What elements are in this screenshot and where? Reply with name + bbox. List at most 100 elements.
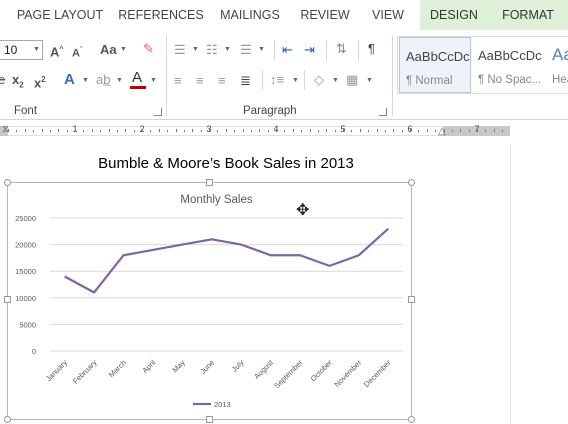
- resize-handle[interactable]: [4, 416, 11, 423]
- ruler-tick: [267, 130, 269, 132]
- ruler-tick: [150, 130, 152, 132]
- style-heading[interactable]: Aa Hea: [546, 37, 568, 93]
- x-tick-label: April: [140, 358, 157, 375]
- line-spacing-icon[interactable]: ↕≡: [270, 72, 284, 88]
- tab-view[interactable]: VIEW: [366, 0, 410, 30]
- style-no-spacing[interactable]: AaBbCcDc ¶ No Spac...: [472, 37, 544, 93]
- resize-handle[interactable]: [206, 416, 213, 423]
- ruler-tick: [75, 129, 76, 132]
- show-marks-icon[interactable]: ¶: [368, 41, 375, 57]
- shrink-font-icon[interactable]: Aˇ: [72, 43, 82, 62]
- ruler-tick: [309, 129, 311, 132]
- grow-font-icon[interactable]: A^: [50, 42, 63, 60]
- paragraph-dialog-launcher-icon[interactable]: [379, 108, 387, 116]
- bullets-dropdown-icon[interactable]: ▼: [192, 46, 199, 53]
- move-cursor-icon: ✥: [296, 202, 310, 219]
- font-dialog-launcher-icon[interactable]: [154, 108, 162, 116]
- x-tick-label: March: [107, 358, 128, 379]
- multilevel-dropdown-icon[interactable]: ▼: [258, 46, 265, 53]
- clear-formatting-icon[interactable]: ✎: [143, 41, 154, 57]
- numbering-icon[interactable]: ☷: [206, 42, 218, 58]
- borders-dropdown-icon[interactable]: ▼: [366, 77, 373, 84]
- multilevel-list-icon[interactable]: ☰: [240, 42, 252, 58]
- ruler-tick: [250, 130, 252, 132]
- y-tick-label: 10000: [15, 294, 36, 303]
- x-tick-label: May: [170, 358, 187, 375]
- tab-references[interactable]: REFERENCES: [118, 0, 204, 30]
- resize-handle[interactable]: [408, 179, 415, 186]
- change-case-dropdown-icon[interactable]: ▼: [120, 46, 127, 53]
- ruler-tick: [401, 130, 403, 132]
- ruler-tick: [435, 130, 437, 132]
- chart-frame[interactable]: Monthly Sales 0 5000 10000 15000 20000 25000 Ja…: [7, 182, 412, 420]
- group-separator: [392, 36, 393, 116]
- resize-handle[interactable]: [408, 296, 415, 303]
- ruler-tick: [158, 129, 160, 132]
- numbering-dropdown-icon[interactable]: ▼: [224, 46, 231, 53]
- word-window: PAGE LAYOUT REFERENCES MAILINGS REVIEW V…: [0, 0, 568, 424]
- document-right-edge: [510, 144, 568, 424]
- superscript-icon[interactable]: x2: [34, 72, 46, 91]
- shading-dropdown-icon[interactable]: ▼: [332, 77, 339, 84]
- ruler-tick: [384, 130, 386, 132]
- tab-format[interactable]: FORMAT: [488, 0, 568, 30]
- align-left-icon[interactable]: ≡: [174, 73, 182, 89]
- resize-handle[interactable]: [4, 179, 11, 186]
- center-icon[interactable]: ≡: [196, 73, 204, 89]
- first-line-indent-icon[interactable]: ⧖: [2, 122, 9, 138]
- highlight-dropdown-icon[interactable]: ▼: [116, 77, 123, 84]
- tab-page-layout[interactable]: PAGE LAYOUT: [14, 0, 106, 30]
- ruler-tick: [326, 129, 328, 132]
- borders-icon[interactable]: ▦: [346, 72, 358, 88]
- ruler-tick: [142, 129, 143, 132]
- resize-handle[interactable]: [206, 179, 213, 186]
- increase-indent-icon[interactable]: ⇥: [304, 42, 315, 58]
- text-effects-icon[interactable]: A: [64, 72, 75, 88]
- shading-icon[interactable]: ◇: [314, 72, 324, 88]
- font-color-icon[interactable]: A: [132, 70, 142, 86]
- font-color-dropdown-icon[interactable]: ▼: [150, 77, 157, 84]
- ruler-tick: [33, 130, 35, 132]
- change-case-icon[interactable]: Aa: [100, 42, 117, 58]
- highlight-icon[interactable]: ab̲: [96, 72, 110, 88]
- y-tick-label: 25000: [15, 214, 36, 223]
- ruler-tick: [343, 129, 344, 132]
- y-tick-label: 20000: [15, 241, 36, 250]
- subscript-icon[interactable]: x2: [12, 72, 24, 94]
- ruler-tick: [376, 129, 378, 132]
- decrease-indent-icon[interactable]: ⇤: [282, 42, 293, 58]
- ribbon-tab-bar: PAGE LAYOUT REFERENCES MAILINGS REVIEW V…: [0, 0, 568, 30]
- ruler-tick: [217, 130, 219, 132]
- ruler-tick: [359, 129, 361, 132]
- x-tick-label: October: [309, 358, 335, 384]
- sort-icon[interactable]: ⇅: [336, 41, 347, 57]
- resize-handle[interactable]: [408, 416, 415, 423]
- style-normal[interactable]: AaBbCcDc ¶ Normal: [399, 37, 471, 93]
- ruler-tick: [301, 130, 303, 132]
- justify-icon[interactable]: ≣: [240, 73, 251, 89]
- ruler-tick: [41, 129, 43, 132]
- ruler-tick: [460, 129, 462, 132]
- tab-review[interactable]: REVIEW: [296, 0, 354, 30]
- ruler-tick: [125, 129, 127, 132]
- bullets-icon[interactable]: ☰: [174, 42, 186, 58]
- style-name: ¶ No Spac...: [478, 74, 542, 86]
- x-tick-label: November: [332, 358, 363, 389]
- ruler-tick: [259, 129, 261, 132]
- tab-design[interactable]: DESIGN: [420, 0, 488, 30]
- ruler-tick: [284, 130, 286, 132]
- strikethrough-icon[interactable]: e: [0, 72, 5, 88]
- ruler-tick: [209, 129, 210, 132]
- ruler-tick: [351, 130, 353, 132]
- line-spacing-dropdown-icon[interactable]: ▼: [292, 77, 299, 84]
- ruler-tick: [58, 129, 60, 132]
- tab-mailings[interactable]: MAILINGS: [216, 0, 284, 30]
- style-sample: Aa: [552, 45, 568, 64]
- resize-handle[interactable]: [4, 296, 11, 303]
- ruler-tick: [393, 129, 395, 132]
- text-effects-dropdown-icon[interactable]: ▼: [82, 77, 89, 84]
- ruler-tick: [477, 129, 478, 132]
- align-right-icon[interactable]: ≡: [218, 73, 226, 89]
- font-size-dropdown-icon[interactable]: ▼: [33, 46, 40, 53]
- right-indent-icon[interactable]: △: [438, 124, 446, 140]
